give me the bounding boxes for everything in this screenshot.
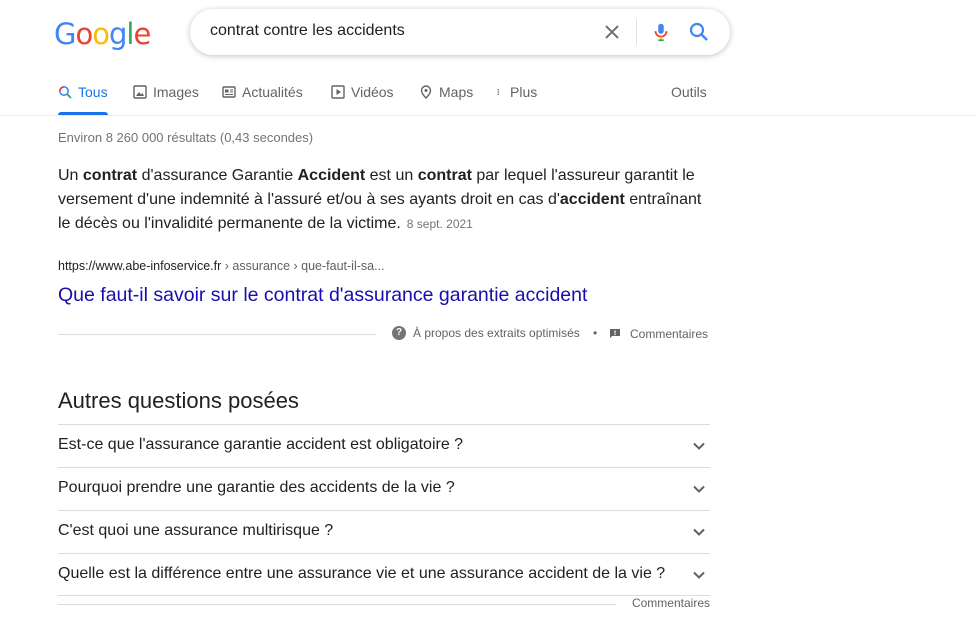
tab-label: Maps bbox=[439, 84, 474, 100]
result-stats: Environ 8 260 000 résultats (0,43 second… bbox=[58, 130, 314, 145]
logo-letter: l bbox=[126, 17, 134, 51]
tab-label: Tous bbox=[78, 84, 108, 100]
google-logo[interactable]: Google bbox=[54, 17, 151, 51]
close-icon[interactable] bbox=[600, 20, 624, 44]
feedback-icon bbox=[610, 329, 620, 338]
snippet-bold-term: accident bbox=[559, 191, 625, 208]
snippet-text: est un bbox=[365, 167, 418, 184]
news-icon bbox=[222, 86, 236, 98]
snippet-bold-term: Accident bbox=[297, 167, 366, 184]
chevron-down-icon bbox=[693, 442, 705, 450]
featured-snippet-text: Un contrat d'assurance Garantie Accident… bbox=[58, 164, 718, 236]
tab-news[interactable]: Actualités bbox=[222, 82, 303, 115]
tools-label: Outils bbox=[671, 84, 707, 100]
chevron-down-icon bbox=[693, 485, 705, 493]
search-divider bbox=[636, 19, 637, 45]
feedback-label: Commentaires bbox=[630, 327, 709, 341]
paa-feedback-link[interactable]: Commentaires bbox=[632, 596, 710, 610]
paa-question-text: C'est quoi une assurance multirisque ? bbox=[58, 522, 334, 539]
search-tabs: Tous Images Actualités Vidéos Maps Plus … bbox=[58, 82, 718, 115]
paa-question[interactable]: Pourquoi prendre une garantie des accide… bbox=[58, 467, 710, 510]
tab-maps[interactable]: Maps bbox=[419, 82, 473, 115]
tab-more[interactable]: Plus bbox=[496, 82, 537, 115]
map-pin-icon bbox=[420, 85, 432, 99]
result-url[interactable]: https://www.abe-infoservice.fr › assuran… bbox=[58, 259, 385, 273]
microphone-icon[interactable] bbox=[650, 20, 672, 44]
logo-letter: G bbox=[54, 17, 77, 51]
tab-videos[interactable]: Vidéos bbox=[331, 82, 394, 115]
footer-divider bbox=[58, 604, 616, 605]
search-input[interactable]: contrat contre les accidents bbox=[210, 22, 405, 40]
tab-label: Vidéos bbox=[351, 84, 394, 100]
image-icon bbox=[133, 85, 147, 99]
about-snippets-link[interactable]: ? À propos des extraits optimisés bbox=[392, 326, 580, 340]
url-host: https://www.abe-infoservice.fr bbox=[58, 259, 222, 273]
search-icon bbox=[59, 86, 72, 99]
paa-heading: Autres questions posées bbox=[58, 388, 299, 413]
paa-question[interactable]: Est-ce que l'assurance garantie accident… bbox=[58, 424, 710, 467]
play-icon bbox=[331, 85, 345, 99]
snippet-date: 8 sept. 2021 bbox=[406, 217, 473, 231]
logo-letter: o bbox=[92, 17, 110, 51]
help-icon: ? bbox=[392, 326, 406, 340]
tab-label: Plus bbox=[510, 84, 538, 100]
snippet-bold-term: contrat bbox=[417, 167, 472, 184]
result-title-link[interactable]: Que faut-il savoir sur le contrat d'assu… bbox=[58, 284, 587, 307]
tools-button[interactable]: Outils bbox=[671, 82, 707, 115]
about-label: À propos des extraits optimisés bbox=[413, 326, 580, 340]
snippet-text: Un bbox=[58, 167, 83, 184]
tab-images[interactable]: Images bbox=[133, 82, 199, 115]
paa-question-text: Est-ce que l'assurance garantie accident… bbox=[58, 436, 464, 453]
snippet-footer: ? À propos des extraits optimisés • Comm… bbox=[58, 323, 710, 345]
paa-question[interactable]: Quelle est la différence entre une assur… bbox=[58, 553, 710, 596]
more-vert-icon bbox=[497, 88, 500, 96]
search-box[interactable]: contrat contre les accidents bbox=[190, 9, 730, 55]
tab-label: Images bbox=[153, 84, 199, 100]
chevron-down-icon bbox=[693, 571, 705, 579]
snippet-text: d'assurance Garantie bbox=[137, 167, 298, 184]
logo-letter: o bbox=[75, 17, 93, 51]
logo-letter: g bbox=[108, 17, 127, 51]
url-breadcrumb: › assurance › que-faut-il-sa... bbox=[221, 259, 385, 273]
footer-divider bbox=[58, 334, 376, 335]
tabs-divider bbox=[0, 115, 976, 116]
logo-letter: e bbox=[133, 17, 151, 51]
snippet-bold-term: contrat bbox=[82, 167, 138, 184]
paa-question-text: Quelle est la différence entre une assur… bbox=[58, 565, 666, 582]
feedback-link[interactable]: Commentaires bbox=[609, 327, 708, 341]
tab-all[interactable]: Tous bbox=[58, 82, 108, 115]
tab-label: Actualités bbox=[242, 84, 303, 100]
search-icon[interactable] bbox=[687, 20, 711, 44]
separator-dot: • bbox=[593, 326, 598, 340]
paa-question-text: Pourquoi prendre une garantie des accide… bbox=[58, 479, 455, 496]
paa-footer: Commentaires bbox=[58, 596, 710, 612]
chevron-down-icon bbox=[693, 528, 705, 536]
paa-list: Est-ce que l'assurance garantie accident… bbox=[58, 424, 710, 596]
paa-question[interactable]: C'est quoi une assurance multirisque ? bbox=[58, 510, 710, 553]
